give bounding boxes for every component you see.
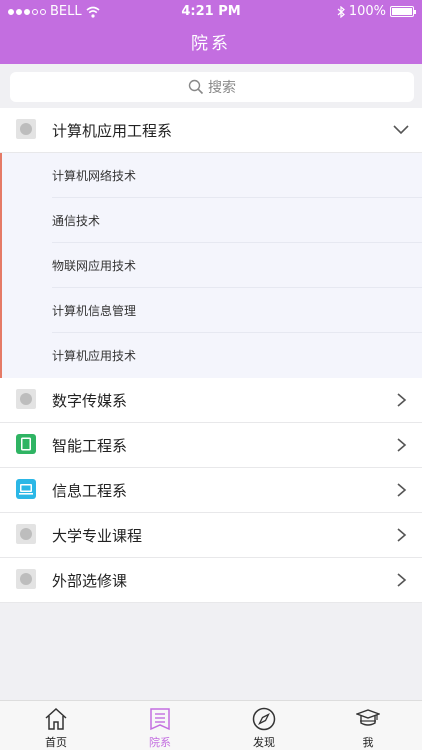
major-item[interactable]: 物联网应用技术 <box>2 243 422 288</box>
status-right: 100% <box>337 4 416 19</box>
major-item[interactable]: 计算机信息管理 <box>2 288 422 333</box>
blue-laptop-icon <box>16 479 36 499</box>
gray-circle-icon <box>16 569 36 589</box>
bookmark-list-icon <box>150 708 170 731</box>
department-label: 计算机应用工程系 <box>52 121 173 140</box>
search-area: 搜索 <box>0 64 422 108</box>
search-placeholder: 搜索 <box>208 80 236 96</box>
tab-home[interactable]: 首页 <box>16 701 96 750</box>
major-item[interactable]: 计算机应用技术 <box>2 333 422 378</box>
search-icon <box>188 79 204 95</box>
page-title: 院系 <box>191 34 231 54</box>
major-list: 计算机网络技术 通信技术 物联网应用技术 计算机信息管理 计算机应用技术 <box>0 153 422 378</box>
major-item[interactable]: 通信技术 <box>2 198 422 243</box>
gray-circle-icon <box>16 524 36 544</box>
tab-label: 院系 <box>149 736 171 749</box>
tab-label: 发现 <box>253 736 275 749</box>
home-icon <box>45 707 67 730</box>
major-label: 计算机信息管理 <box>52 304 137 318</box>
bluetooth-icon <box>337 5 345 18</box>
tab-departments[interactable]: 院系 <box>120 701 200 750</box>
tab-bar: 首页 院系 发现 我 <box>0 700 422 750</box>
graduation-cap-icon <box>356 709 380 726</box>
tab-label: 我 <box>362 736 374 749</box>
major-label: 计算机应用技术 <box>52 349 137 363</box>
chevron-right-icon <box>397 573 407 587</box>
major-label: 物联网应用技术 <box>52 259 137 273</box>
chevron-right-icon <box>397 393 407 407</box>
department-row[interactable]: 大学专业课程 <box>0 513 422 558</box>
department-list: 计算机应用工程系 计算机网络技术 通信技术 物联网应用技术 计算机信息管理 计算… <box>0 108 422 603</box>
department-row[interactable]: 计算机应用工程系 <box>0 108 422 153</box>
green-tablet-icon <box>16 434 36 454</box>
department-row[interactable]: 数字传媒系 <box>0 378 422 423</box>
department-label: 大学专业课程 <box>52 526 143 545</box>
tab-label: 首页 <box>45 736 67 749</box>
chevron-down-icon <box>393 125 409 135</box>
nav-bar: 院系 <box>0 24 422 64</box>
gray-circle-icon <box>16 389 36 409</box>
status-bar: BELL 4:21 PM 100% <box>0 0 422 24</box>
department-row[interactable]: 信息工程系 <box>0 468 422 513</box>
department-label: 外部选修课 <box>52 571 128 590</box>
major-label: 通信技术 <box>52 214 101 228</box>
department-label: 信息工程系 <box>52 481 128 500</box>
gray-circle-icon <box>16 119 36 139</box>
department-label: 数字传媒系 <box>52 391 128 410</box>
department-label: 智能工程系 <box>52 436 128 455</box>
chevron-right-icon <box>397 528 407 542</box>
search-input[interactable]: 搜索 <box>10 72 414 102</box>
department-row[interactable]: 智能工程系 <box>0 423 422 468</box>
battery-icon <box>390 6 416 17</box>
tab-discover[interactable]: 发现 <box>224 701 304 750</box>
chevron-right-icon <box>397 483 407 497</box>
compass-icon <box>252 707 276 731</box>
major-label: 计算机网络技术 <box>52 169 137 183</box>
battery-fill <box>392 8 412 15</box>
department-row[interactable]: 外部选修课 <box>0 558 422 603</box>
major-item[interactable]: 计算机网络技术 <box>2 153 422 198</box>
tab-me[interactable]: 我 <box>328 701 408 750</box>
chevron-right-icon <box>397 438 407 452</box>
battery-percent: 100% <box>348 4 386 19</box>
